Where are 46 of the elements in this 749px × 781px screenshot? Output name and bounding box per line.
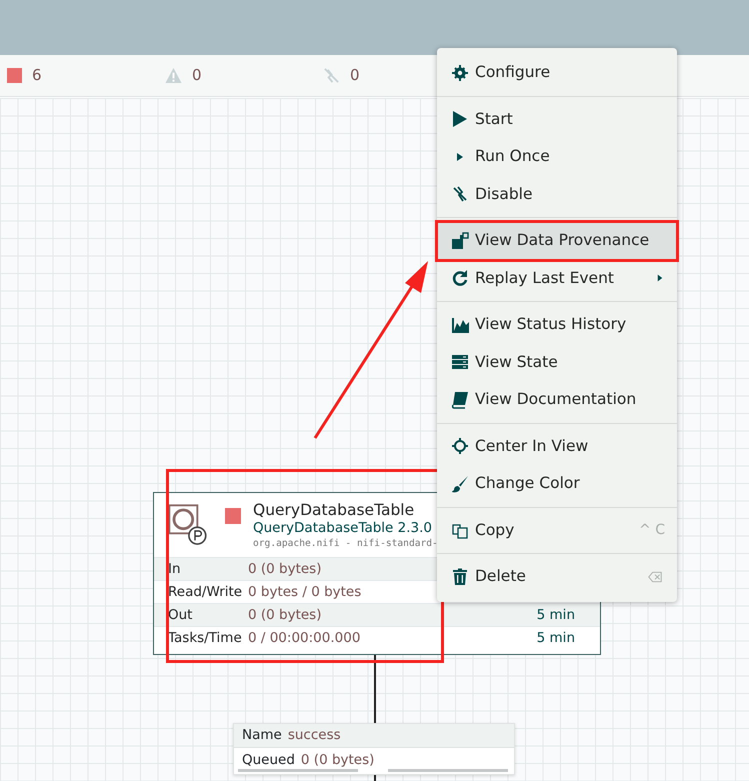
warning-icon: [165, 67, 182, 84]
chart-icon: [451, 316, 469, 334]
stopped-icon: [225, 508, 241, 524]
crosshair-icon: [451, 437, 469, 456]
field-label: Name: [242, 726, 282, 746]
menu-item[interactable]: Run Once: [437, 138, 677, 176]
stat-label: Read/Write: [167, 582, 244, 602]
menu-item[interactable]: Center In View: [437, 428, 677, 465]
stopped-icon: [7, 68, 22, 83]
menu-item[interactable]: Disable: [437, 176, 677, 213]
stat-value: 0 bytes / 0 bytes: [248, 582, 362, 602]
play-icon: [451, 110, 469, 128]
field-label: Queued: [242, 750, 295, 770]
menu-item[interactable]: View State: [437, 344, 677, 381]
connection-name: success: [288, 726, 341, 746]
menu-item[interactable]: Start: [437, 100, 677, 138]
stat-label: Tasks/Time: [167, 628, 243, 648]
settings-icon: [451, 64, 469, 82]
shortcut-label: ^ C: [639, 520, 665, 540]
replay-icon: [451, 269, 469, 288]
processor-name: QueryDatabaseTable: [253, 501, 414, 520]
stat-value: 0 (0 bytes): [248, 606, 322, 625]
stat-period: 5 min: [536, 606, 575, 625]
status-count: 0: [350, 65, 360, 86]
provenance-icon: [451, 232, 469, 250]
book-icon: [451, 390, 469, 409]
state-icon: [451, 353, 469, 372]
queued-value: 0 (0 bytes): [300, 750, 374, 770]
connection-label[interactable]: Name success Queued 0 (0 bytes): [233, 723, 515, 775]
menu-item[interactable]: View Data Provenance: [437, 222, 677, 260]
disabled-icon: [451, 185, 469, 204]
bundle-name: org.apache.nifi - nifi-standard-: [253, 537, 438, 551]
stat-label: In: [167, 560, 182, 579]
status-count: 6: [32, 65, 42, 86]
stat-label: Out: [167, 606, 194, 625]
stat-period: 5 min: [536, 628, 575, 648]
stat-value: 0 / 00:00:00.000: [248, 628, 360, 648]
menu-item[interactable]: View Documentation: [437, 381, 677, 418]
menu-item[interactable]: Configure: [437, 54, 677, 92]
processor-type: QueryDatabaseTable 2.3.0: [253, 520, 432, 537]
status-count: 0: [192, 65, 202, 86]
menu-item[interactable]: Replay Last Event: [437, 260, 677, 297]
menu-item[interactable]: View Status History: [437, 306, 677, 344]
stat-value: 0 (0 bytes): [248, 560, 322, 579]
disabled-icon: [323, 67, 340, 84]
trash-icon: [451, 568, 469, 586]
